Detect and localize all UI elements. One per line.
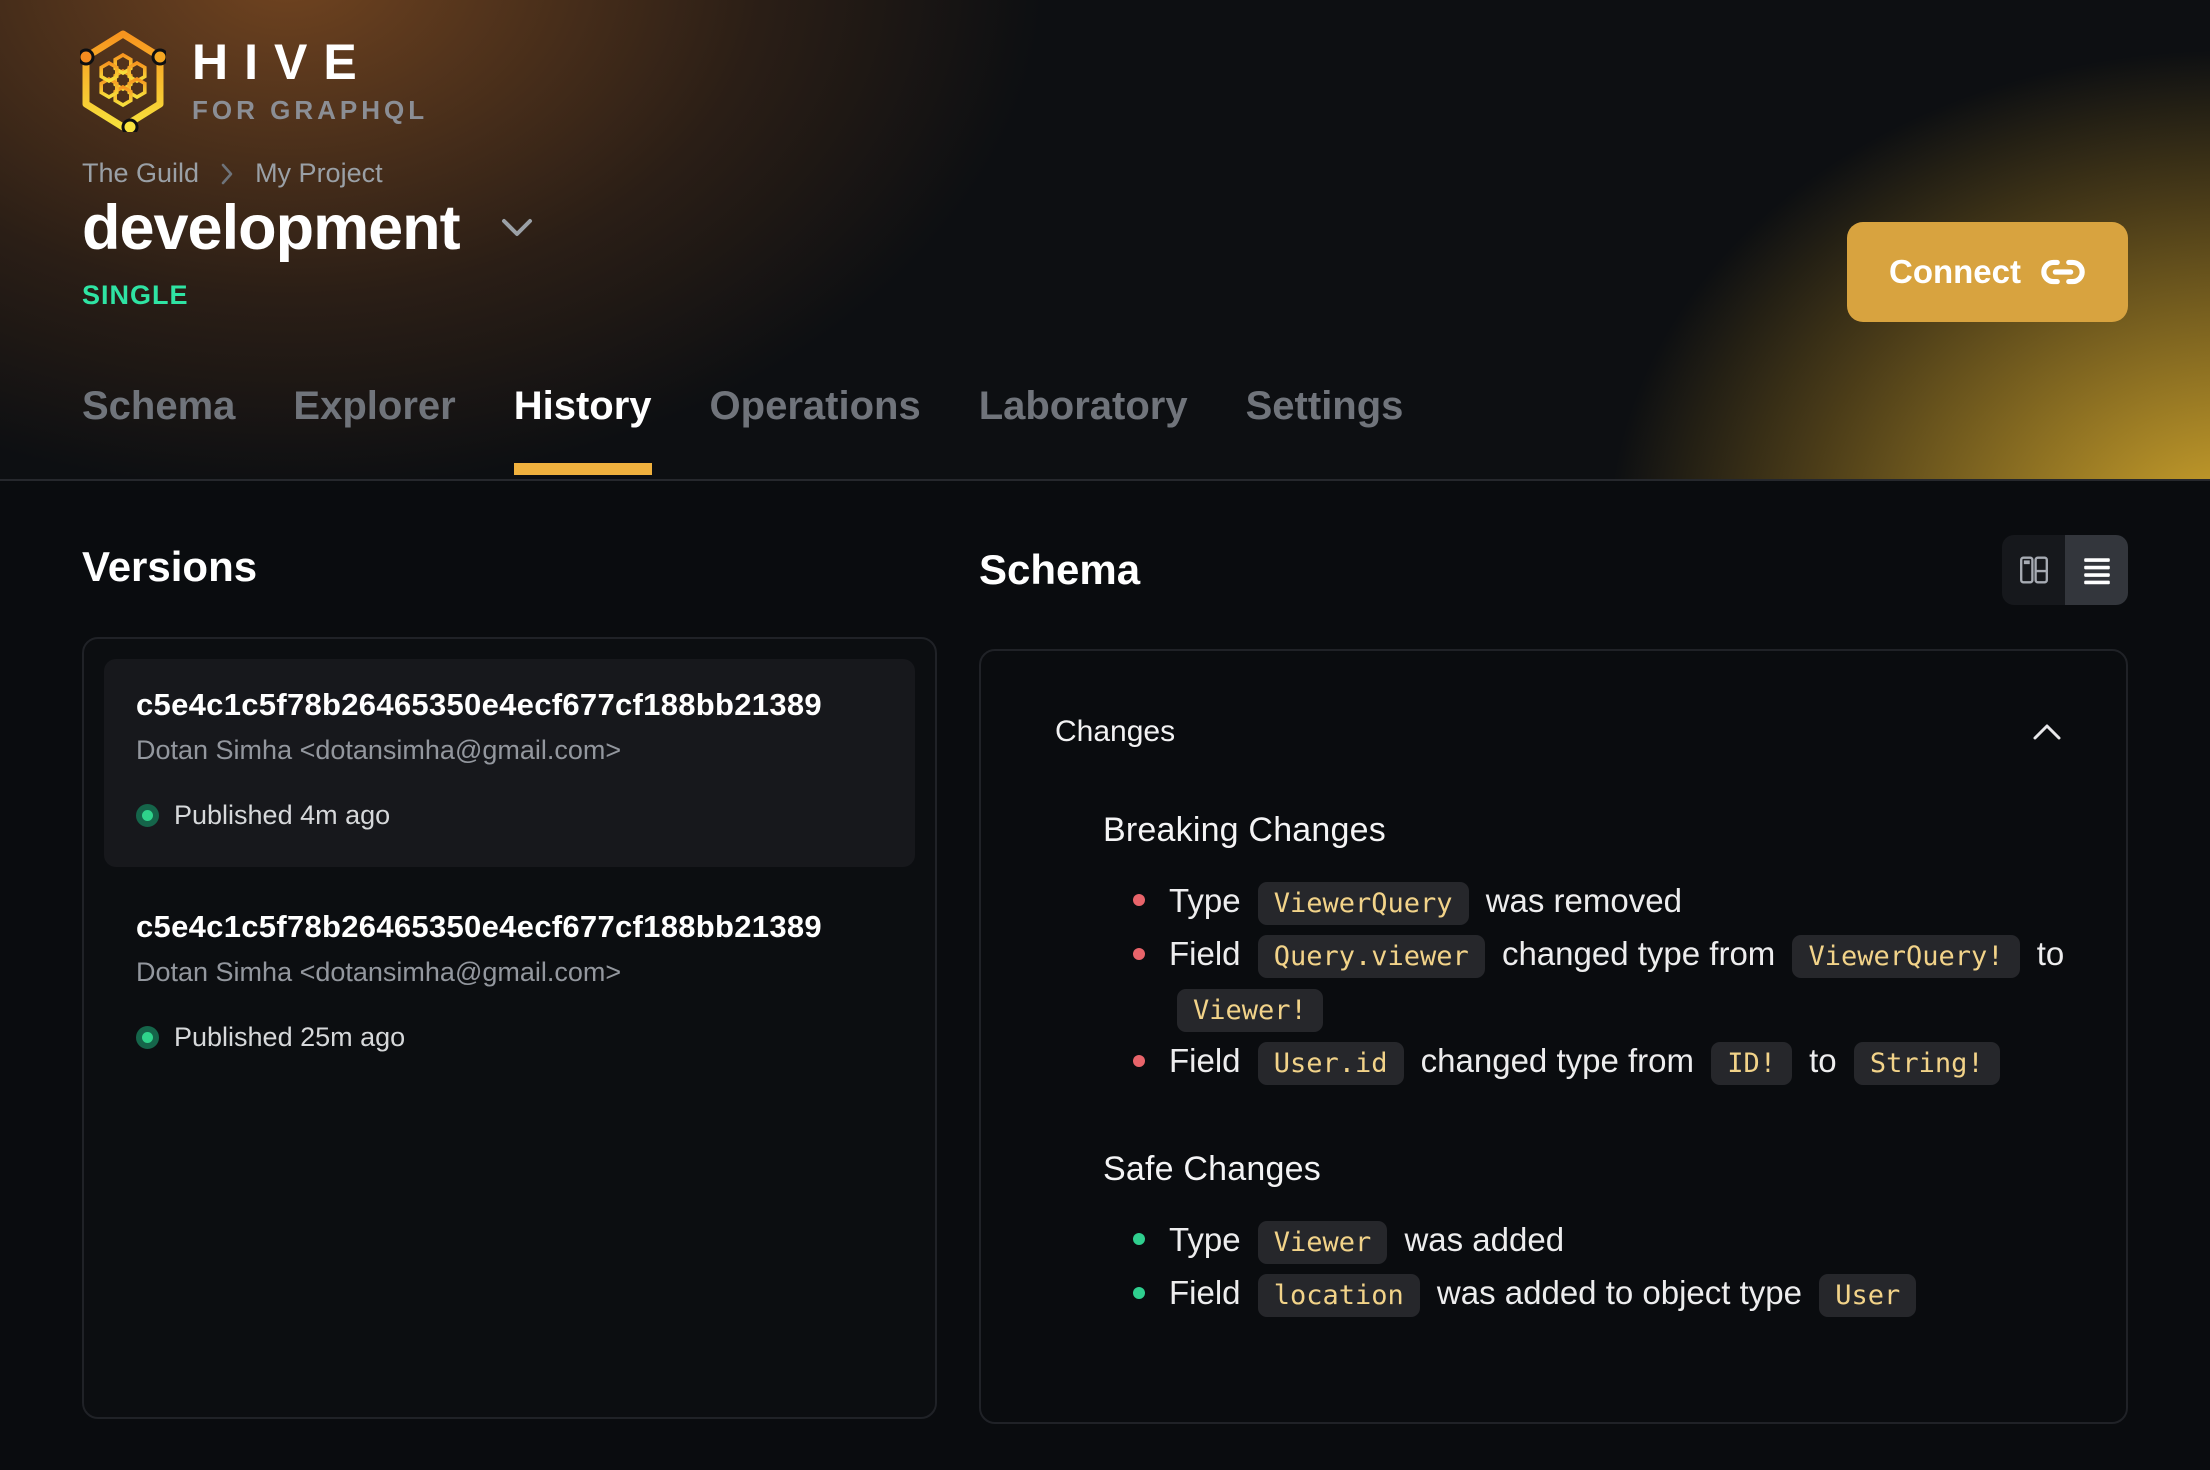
tab-bar: Schema Explorer History Operations Laborator… — [82, 384, 1403, 479]
change-group-title: Breaking Changes — [1103, 811, 1386, 849]
published-dot — [136, 1026, 159, 1049]
version-item[interactable]: c5e4c1c5f78b26465350e4ecf677cf188bb21389… — [104, 659, 915, 867]
version-author: Dotan Simha <dotansimha@gmail.com> — [136, 735, 622, 765]
change-text: Field — [1169, 1274, 1241, 1312]
changes-body: Breaking Changes Type ViewerQuery was re… — [1027, 811, 2080, 1320]
change-text: Type — [1169, 1220, 1241, 1258]
version-author: Dotan Simha <dotansimha@gmail.com> — [136, 957, 622, 987]
change-list-safe: Type Viewer was added Field location was … — [1103, 1213, 2080, 1320]
change-item: Field Query.viewer changed type from Vie… — [1133, 927, 2080, 1034]
code-chip: ID! — [1711, 1042, 1792, 1086]
tab-history[interactable]: History — [513, 384, 652, 479]
versions-heading: Versions — [82, 543, 258, 590]
chevron-up-icon — [2033, 724, 2061, 740]
chevron-right-icon — [221, 163, 233, 184]
version-status: Published 25m ago — [136, 1022, 883, 1053]
versions-list: c5e4c1c5f78b26465350e4ecf677cf188bb21389… — [82, 637, 937, 1419]
version-status-text: Published 4m ago — [174, 800, 391, 830]
logo-subtitle: FOR GRAPHQL — [192, 95, 429, 125]
connect-button[interactable]: Connect — [1847, 222, 2128, 322]
hive-hexagon-icon — [80, 30, 166, 132]
change-text: changed type from — [1501, 935, 1776, 973]
change-item: Field location was added to object type … — [1133, 1266, 2080, 1319]
version-item[interactable]: c5e4c1c5f78b26465350e4ecf677cf188bb21389… — [104, 881, 915, 1089]
status-badge: SINGLE — [82, 280, 189, 310]
code-chip: String! — [1853, 1042, 2000, 1086]
chevron-down-icon[interactable] — [498, 215, 536, 241]
change-text: was added — [1404, 1220, 1565, 1258]
tab-laboratory[interactable]: Laboratory — [979, 384, 1188, 479]
change-text: Field — [1169, 935, 1241, 973]
version-hash: c5e4c1c5f78b26465350e4ecf677cf188bb21389 — [136, 687, 822, 722]
change-text: was added to object type — [1436, 1274, 1803, 1312]
hive-logo[interactable]: HIVE FOR GRAPHQL — [80, 28, 428, 132]
code-chip: Query.viewer — [1257, 935, 1485, 979]
logo-title: HIVE — [192, 34, 373, 90]
changes-title: Changes — [1055, 715, 1176, 748]
changes-panel: Changes Breaking Changes Type ViewerQuer… — [979, 649, 2128, 1424]
link-icon — [2041, 259, 2085, 285]
code-chip: User — [1819, 1274, 1917, 1318]
change-item: Field User.id changed type from ID! to S… — [1133, 1034, 2080, 1087]
change-text: to — [1809, 1042, 1837, 1080]
tab-operations[interactable]: Operations — [710, 384, 921, 479]
schema-heading: Schema — [979, 546, 1141, 593]
main-content: Versions c5e4c1c5f78b26465350e4ecf677cf1… — [0, 481, 2210, 1424]
version-status: Published 4m ago — [136, 800, 883, 831]
tab-explorer[interactable]: Explorer — [293, 384, 455, 479]
code-chip: location — [1257, 1274, 1420, 1318]
page-title: development — [82, 193, 461, 263]
list-view-icon — [2083, 558, 2110, 585]
breadcrumb: The Guild My Project — [82, 158, 383, 189]
schema-section: Schema Changes Breaking Changes Type Vie… — [979, 481, 2128, 1424]
breadcrumb-org[interactable]: The Guild — [82, 158, 199, 189]
change-list-breaking: Type ViewerQuery was removed Field Query.… — [1103, 874, 2080, 1088]
columns-view-icon — [2019, 556, 2048, 584]
change-text: was removed — [1485, 882, 1682, 919]
changes-accordion-header[interactable]: Changes — [1027, 673, 2080, 749]
version-status-text: Published 25m ago — [174, 1022, 406, 1052]
change-text: to — [2036, 935, 2065, 973]
header: HIVE FOR GRAPHQL The Guild My Project de… — [0, 0, 2210, 481]
tab-schema[interactable]: Schema — [82, 384, 235, 479]
list-view-button[interactable] — [2065, 535, 2128, 605]
change-text: Field — [1169, 1042, 1241, 1080]
columns-view-button[interactable] — [2002, 535, 2065, 605]
published-dot — [136, 804, 159, 827]
change-item: Type Viewer was added — [1133, 1213, 2080, 1266]
versions-section: Versions c5e4c1c5f78b26465350e4ecf677cf1… — [82, 481, 937, 1424]
code-chip: ViewerQuery! — [1792, 935, 2020, 979]
change-item: Type ViewerQuery was removed — [1133, 874, 2080, 927]
view-toggle — [2002, 535, 2128, 605]
tab-settings[interactable]: Settings — [1246, 384, 1404, 479]
change-text: changed type from — [1420, 1042, 1695, 1080]
code-chip: Viewer — [1257, 1220, 1388, 1264]
code-chip: ViewerQuery — [1257, 882, 1469, 925]
version-hash: c5e4c1c5f78b26465350e4ecf677cf188bb21389 — [136, 909, 822, 944]
change-text: Type — [1169, 882, 1241, 919]
connect-button-label: Connect — [1889, 253, 2021, 290]
code-chip: Viewer! — [1177, 988, 1323, 1032]
breadcrumb-project[interactable]: My Project — [255, 158, 383, 189]
code-chip: User.id — [1257, 1042, 1404, 1086]
change-group-title: Safe Changes — [1103, 1149, 1321, 1188]
